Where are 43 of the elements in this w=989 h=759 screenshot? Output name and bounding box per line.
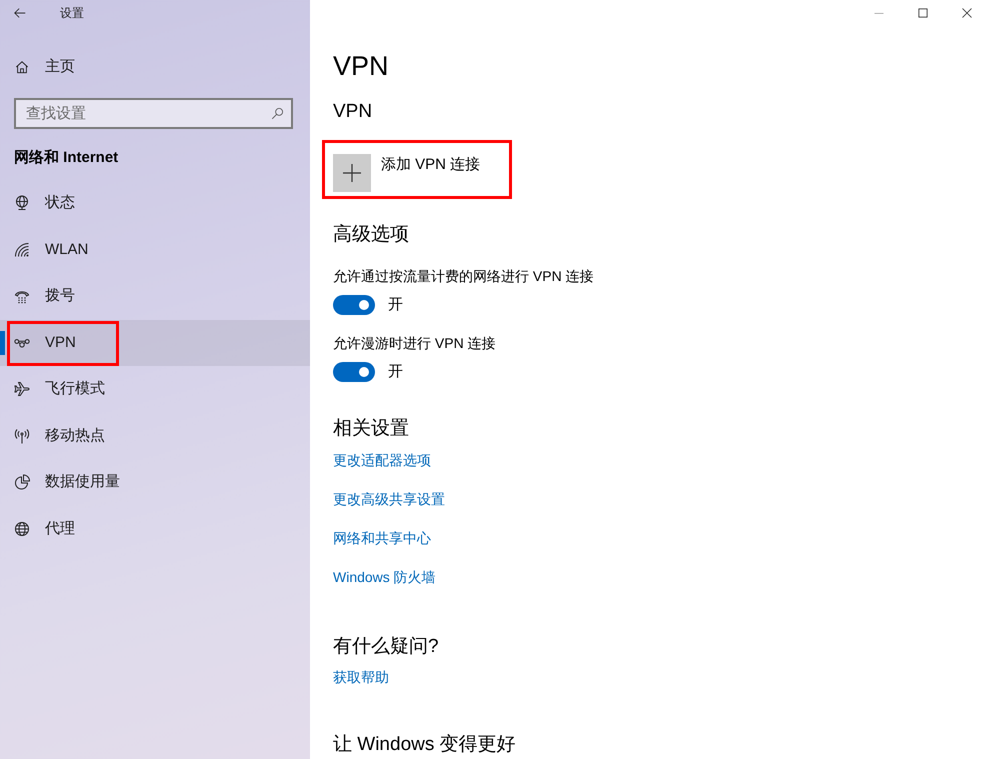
section-title: 网络和 Internet: [14, 148, 120, 168]
plus-icon: [333, 154, 371, 192]
nav-item[interactable]: VPN: [0, 320, 310, 366]
selection-indicator: [0, 330, 5, 354]
link[interactable]: 获取帮助: [333, 667, 389, 687]
airplane-icon: [14, 381, 30, 398]
section-heading: 有什么疑问?: [333, 635, 439, 659]
link[interactable]: 网络和共享中心: [333, 528, 431, 548]
window-title: 设置: [60, 5, 84, 21]
toggle-switch[interactable]: [333, 295, 375, 315]
section-heading: 让 Windows 变得更好: [333, 733, 516, 757]
wifi-icon: [14, 242, 30, 258]
add-vpn-button[interactable]: 添加 VPN 连接: [333, 154, 480, 192]
section-heading: 高级选项: [333, 223, 409, 247]
search-icon: [271, 107, 284, 120]
toggle-state-label: 开: [388, 295, 403, 315]
option-label: 允许通过按流量计费的网络进行 VPN 连接: [333, 267, 594, 286]
back-arrow-icon: [13, 6, 27, 20]
nav-item[interactable]: 状态: [0, 180, 310, 226]
nav-item[interactable]: 飞行模式: [0, 366, 310, 412]
close-icon: [961, 7, 973, 19]
nav-item[interactable]: 移动热点: [0, 412, 310, 459]
toggle-switch[interactable]: [333, 362, 375, 382]
option-label: 允许漫游时进行 VPN 连接: [333, 334, 496, 353]
maximize-icon: [917, 7, 929, 19]
antenna-icon: [14, 428, 30, 444]
toggle-state-label: 开: [388, 362, 403, 382]
link[interactable]: 更改高级共享设置: [333, 489, 445, 509]
globe-monitor-icon: [14, 195, 30, 212]
nav-item[interactable]: 数据使用量: [0, 459, 310, 506]
home-icon: [15, 60, 29, 74]
globe-icon: [14, 520, 30, 537]
link[interactable]: 更改适配器选项: [333, 450, 431, 470]
nav-item[interactable]: 拨号: [0, 273, 310, 320]
link[interactable]: Windows 防火墙: [333, 567, 436, 587]
search-field[interactable]: 查找设置: [14, 98, 293, 129]
nav-item[interactable]: WLAN: [0, 226, 310, 273]
page-title: VPN: [333, 50, 389, 83]
home-nav-item[interactable]: 主页: [0, 44, 310, 90]
nav-item[interactable]: 代理: [0, 506, 310, 552]
pie-chart-icon: [14, 474, 30, 490]
section-heading: VPN: [333, 100, 372, 124]
section-heading: 相关设置: [333, 417, 409, 441]
